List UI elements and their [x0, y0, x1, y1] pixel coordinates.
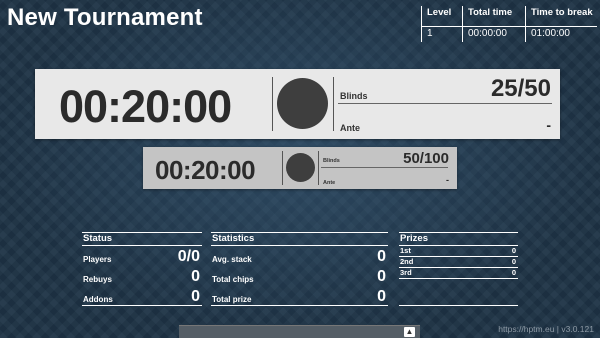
total-time-label: Total time	[468, 7, 513, 18]
level-label: Level	[427, 7, 452, 18]
ante-label: Ante	[340, 123, 360, 133]
blinds-value: 25/50	[490, 75, 551, 102]
rebuys-value: 0	[191, 268, 200, 285]
statistics-header: Statistics	[211, 232, 388, 246]
level-divider	[422, 26, 463, 27]
rebuys-label: Rebuys	[83, 275, 112, 284]
time-to-break-label: Time to break	[531, 7, 593, 18]
statistics-section: Statistics Avg. stack 0 Total chips 0 To…	[211, 232, 388, 306]
prize-place-1st: 1st	[400, 246, 411, 255]
level-info: Level 1	[421, 6, 463, 42]
prize-place-3rd: 3rd	[400, 268, 412, 277]
total-prize-label: Total prize	[212, 295, 252, 304]
total-prize-value: 0	[377, 288, 386, 305]
section-underline	[82, 305, 202, 306]
status-section: Status Players 0/0 Rebuys 0 Addons 0	[82, 232, 202, 306]
next-blinds-label: Blinds	[323, 158, 340, 164]
chip-indicator	[286, 153, 315, 182]
status-header: Status	[82, 232, 202, 246]
arrow-up-icon[interactable]: ▲	[404, 327, 415, 337]
total-time-info: Total time 00:00:00	[462, 6, 526, 42]
total-chips-label: Total chips	[212, 275, 254, 284]
addons-value: 0	[191, 288, 200, 305]
status-row: Addons 0	[82, 286, 202, 306]
statistics-row: Total chips 0	[211, 266, 388, 286]
version-footer[interactable]: https://hptm.eu | v3.0.121	[498, 324, 594, 334]
time-to-break-value: 01:00:00	[531, 28, 570, 39]
prize-row: 3rd 0	[399, 268, 518, 279]
statistics-row: Avg. stack 0	[211, 246, 388, 266]
prize-amount-3rd: 0	[511, 268, 516, 277]
next-ante-value: -	[446, 175, 449, 185]
status-row: Players 0/0	[82, 246, 202, 266]
time-to-break-info: Time to break 01:00:00	[525, 6, 597, 42]
panel-divider	[333, 77, 334, 131]
bottom-scrollbar[interactable]: ▲	[179, 325, 420, 338]
current-level-panel[interactable]: 00:20:00 Blinds 25/50 Ante -	[35, 69, 560, 139]
next-timer: 00:20:00	[155, 155, 256, 185]
next-blinds-value: 50/100	[403, 150, 449, 167]
next-ante-label: Ante	[323, 180, 336, 186]
total-time-divider	[463, 26, 526, 27]
prize-row: 2nd 0	[399, 257, 518, 268]
total-time-value: 00:00:00	[468, 28, 507, 39]
ante-value: -	[546, 117, 551, 133]
tournament-title: New Tournament	[7, 4, 203, 31]
prizes-underline	[399, 305, 518, 306]
avg-stack-label: Avg. stack	[212, 255, 252, 264]
prize-row: 1st 0	[399, 246, 518, 257]
section-underline	[211, 305, 388, 306]
status-row: Rebuys 0	[82, 266, 202, 286]
players-value: 0/0	[177, 248, 200, 265]
chip-indicator	[277, 78, 328, 129]
players-label: Players	[83, 255, 112, 264]
prize-amount-2nd: 0	[511, 257, 516, 266]
level-value: 1	[427, 28, 433, 39]
blinds-label: Blinds	[340, 91, 368, 101]
panel-divider	[282, 151, 283, 185]
current-timer: 00:20:00	[59, 81, 232, 132]
statistics-row: Total prize 0	[211, 286, 388, 306]
time-to-break-divider	[526, 26, 597, 27]
panel-divider	[272, 77, 273, 131]
addons-label: Addons	[83, 295, 113, 304]
blinds-divider	[338, 103, 552, 104]
prizes-section: Prizes 1st 0 2nd 0 3rd 0	[399, 232, 518, 279]
next-blinds-divider	[321, 167, 448, 168]
prize-amount-1st: 0	[511, 246, 516, 255]
prize-place-2nd: 2nd	[400, 257, 414, 266]
next-level-panel[interactable]: 00:20:00 Blinds 50/100 Ante -	[143, 147, 457, 189]
total-chips-value: 0	[377, 268, 386, 285]
avg-stack-value: 0	[377, 248, 386, 265]
panel-divider	[318, 151, 319, 185]
prizes-header: Prizes	[399, 232, 518, 246]
